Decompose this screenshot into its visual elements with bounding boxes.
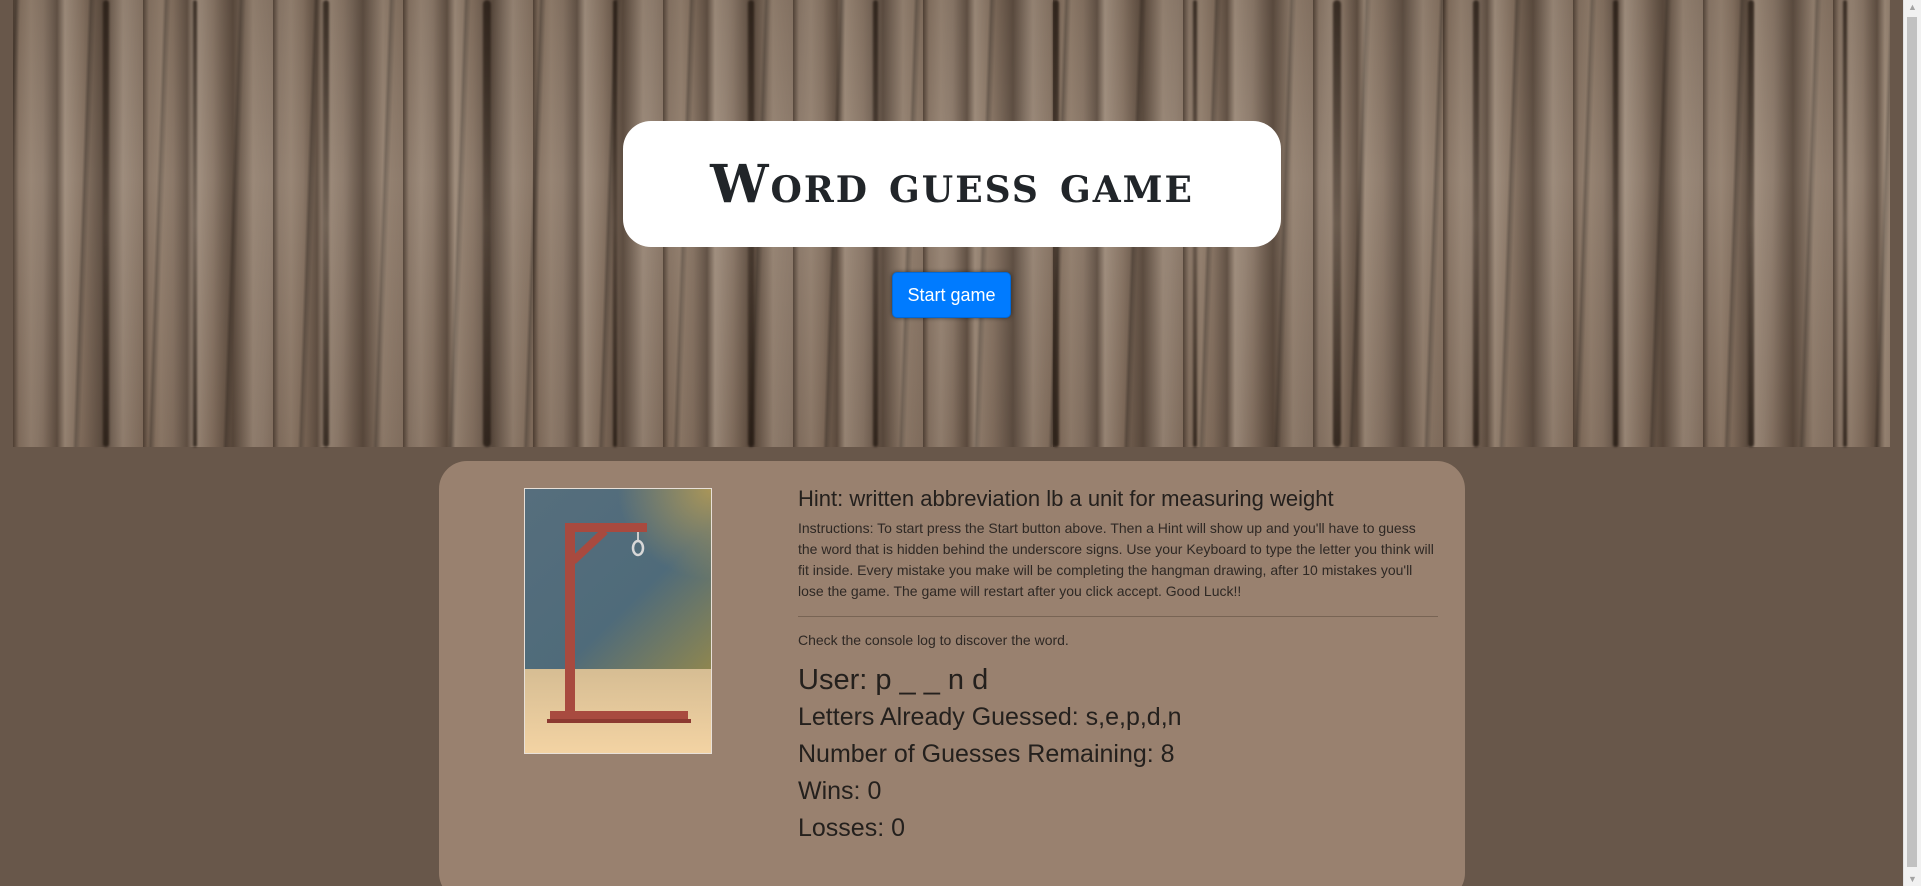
wood-grain [323, 0, 329, 447]
divider [798, 616, 1438, 617]
instructions-text: Instructions: To start press the Start b… [798, 520, 1434, 599]
wood-grain [193, 0, 197, 447]
page-title: Word guess game [710, 153, 1194, 215]
guesses-remaining: Number of Guesses Remaining: 8 [798, 740, 1175, 768]
wood-grain [483, 0, 491, 447]
chevron-up-icon[interactable]: ▲ [1908, 2, 1917, 12]
wood-grain [1333, 0, 1341, 447]
losses-count: Losses: 0 [798, 814, 906, 842]
start-game-button[interactable]: Start game [892, 272, 1011, 318]
wood-grain [1843, 0, 1847, 447]
hint-text: Hint: written abbreviation lb a unit for… [798, 486, 1334, 511]
wood-grain [1613, 0, 1618, 447]
wood-grain [613, 0, 617, 447]
chevron-down-icon[interactable]: ▼ [1908, 874, 1917, 884]
scrollbar-thumb[interactable] [1907, 17, 1917, 867]
wood-grain [103, 0, 109, 447]
wins-count: Wins: 0 [798, 777, 882, 805]
gallows-icon [524, 488, 712, 754]
wood-grain [1473, 0, 1479, 447]
title-box: Word guess game [623, 121, 1281, 247]
letters-guessed: Letters Already Guessed: s,e,p,d,n [798, 703, 1182, 731]
wood-grain [1748, 0, 1754, 447]
vertical-scrollbar[interactable]: ▲ ▼ [1903, 0, 1921, 886]
game-card: Hint: written abbreviation lb a unit for… [439, 461, 1465, 886]
user-word: User: p _ _ n d [798, 664, 989, 696]
game-content: Hint: written abbreviation lb a unit for… [798, 486, 1438, 851]
console-note: Check the console log to discover the wo… [798, 632, 1069, 648]
